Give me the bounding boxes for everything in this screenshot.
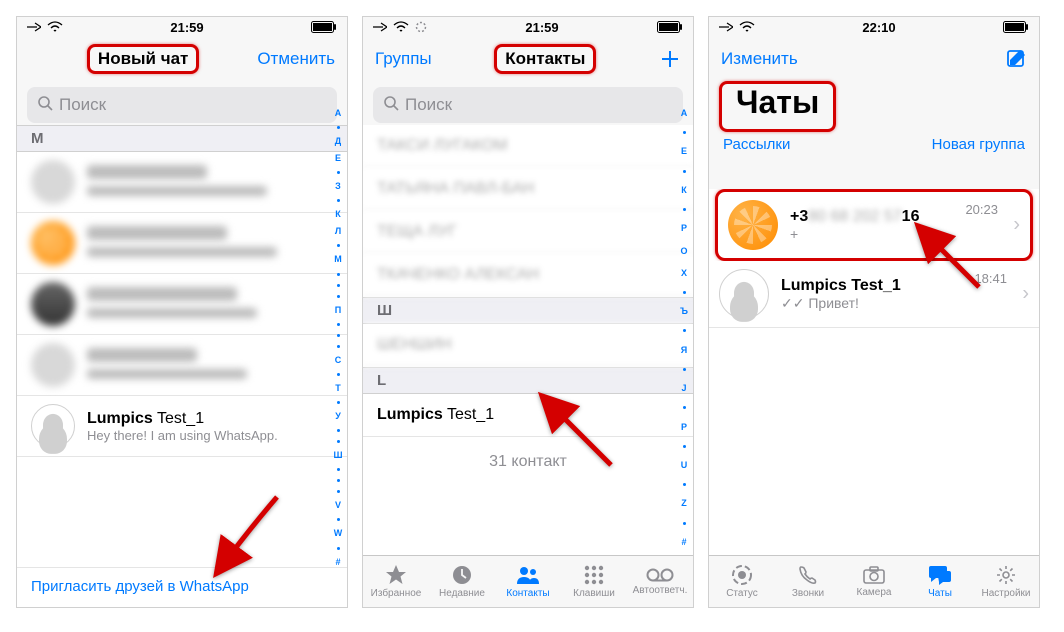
wifi-icon bbox=[47, 21, 63, 33]
section-header-sh: Ш bbox=[363, 297, 693, 324]
chat-item-phone[interactable]: +380 68 202 5716 + 20:23 › bbox=[715, 189, 1033, 261]
chevron-right-icon: › bbox=[1022, 283, 1029, 306]
status-bar: 21:59 bbox=[363, 17, 693, 37]
battery-icon bbox=[657, 21, 683, 33]
list-item[interactable] bbox=[17, 274, 347, 335]
compose-button[interactable] bbox=[1005, 48, 1027, 70]
chat-time: 20:23 bbox=[965, 202, 998, 217]
navbar: Новый чат Отменить bbox=[17, 37, 347, 81]
loading-icon bbox=[415, 21, 427, 33]
list-item[interactable]: ТАТЬЯНА ПАВЛ-БАН bbox=[363, 168, 693, 211]
list-item[interactable]: ТЕЩА ЛУГ bbox=[363, 211, 693, 254]
tab-bar: Избранное Недавние Контакты Клавиши Авто… bbox=[363, 555, 693, 607]
tab-camera[interactable]: Камера bbox=[841, 556, 907, 607]
tab-contacts[interactable]: Контакты bbox=[495, 556, 561, 607]
status-bar: 21:59 bbox=[17, 17, 347, 37]
search-icon bbox=[383, 95, 399, 116]
battery-icon bbox=[311, 21, 337, 33]
nav-title-new-chat: Новый чат bbox=[87, 44, 199, 74]
search-input[interactable]: Поиск bbox=[27, 87, 337, 123]
status-time: 21:59 bbox=[525, 20, 558, 35]
list-item[interactable]: ШЕНШИН bbox=[363, 324, 693, 367]
chats-large-title: Чаты bbox=[719, 81, 836, 132]
tab-chats[interactable]: Чаты bbox=[907, 556, 973, 607]
navbar: Группы Контакты bbox=[363, 37, 693, 81]
broadcasts-button[interactable]: Рассылки bbox=[723, 136, 790, 153]
nav-groups-button[interactable]: Группы bbox=[375, 49, 432, 69]
status-bar: 22:10 bbox=[709, 17, 1039, 37]
airplane-icon bbox=[373, 21, 387, 33]
avatar bbox=[719, 269, 769, 319]
tab-voicemail[interactable]: Автоответч. bbox=[627, 556, 693, 607]
search-input[interactable]: Поиск bbox=[373, 87, 683, 123]
invite-friends-button[interactable]: Пригласить друзей в WhatsApp bbox=[17, 567, 347, 607]
chat-item-lumpics[interactable]: Lumpics Test_1 ✓✓ Привет! 18:41 › bbox=[709, 261, 1039, 328]
contact-name-rest: Test_1 bbox=[153, 410, 204, 427]
tab-status[interactable]: Статус bbox=[709, 556, 775, 607]
contact-status: Hey there! I am using WhatsApp. bbox=[87, 428, 333, 443]
search-placeholder: Поиск bbox=[405, 95, 452, 115]
search-icon bbox=[37, 95, 53, 116]
contact-count: 31 контакт bbox=[363, 437, 693, 487]
status-time: 21:59 bbox=[170, 20, 203, 35]
nav-edit-button[interactable]: Изменить bbox=[721, 49, 798, 69]
tab-recents[interactable]: Недавние bbox=[429, 556, 495, 607]
chat-time: 18:41 bbox=[974, 271, 1007, 286]
airplane-icon bbox=[27, 21, 41, 33]
wifi-icon bbox=[739, 21, 755, 33]
phone-contacts: 21:59 Группы Контакты Поиск ТАКСИ ЛУГАКО… bbox=[362, 16, 694, 608]
list-item[interactable] bbox=[17, 152, 347, 213]
add-contact-button[interactable] bbox=[659, 48, 681, 70]
phone-chats: 22:10 Изменить Чаты Рассылки Новая групп… bbox=[708, 16, 1040, 608]
nav-cancel-button[interactable]: Отменить bbox=[257, 49, 335, 69]
contact-list[interactable]: М Lumpics Test_1 Hey there! I am using W… bbox=[17, 125, 347, 571]
avatar bbox=[728, 200, 778, 250]
tab-keypad[interactable]: Клавиши bbox=[561, 556, 627, 607]
tab-bar: Статус Звонки Камера Чаты Настройки bbox=[709, 555, 1039, 607]
list-item[interactable] bbox=[17, 213, 347, 274]
airplane-icon bbox=[719, 21, 733, 33]
search-placeholder: Поиск bbox=[59, 95, 106, 115]
contact-name-strong: Lumpics bbox=[87, 410, 153, 427]
navbar: Изменить bbox=[709, 37, 1039, 81]
section-header-m: М bbox=[17, 125, 347, 152]
section-header-l: L bbox=[363, 367, 693, 394]
status-time: 22:10 bbox=[862, 20, 895, 35]
list-item-lumpics[interactable]: Lumpics Test_1 bbox=[363, 394, 693, 437]
battery-icon bbox=[1003, 21, 1029, 33]
contact-list[interactable]: ТАКСИ ЛУГАКОМ ТАТЬЯНА ПАВЛ-БАН ТЕЩА ЛУГ … bbox=[363, 125, 693, 555]
chevron-right-icon: › bbox=[1013, 214, 1020, 237]
tab-favorites[interactable]: Избранное bbox=[363, 556, 429, 607]
list-item[interactable]: ТАКСИ ЛУГАКОМ bbox=[363, 125, 693, 168]
chat-last-message: ✓✓ Привет! bbox=[781, 295, 1029, 312]
nav-title-contacts: Контакты bbox=[494, 44, 596, 74]
index-strip[interactable]: АЕКРОХЪЯJPUZ# bbox=[677, 109, 691, 547]
subnav: Рассылки Новая группа bbox=[709, 132, 1039, 163]
wifi-icon bbox=[393, 21, 409, 33]
new-group-button[interactable]: Новая группа bbox=[932, 136, 1025, 153]
list-item[interactable] bbox=[17, 335, 347, 396]
phone-new-chat: 21:59 Новый чат Отменить Поиск М Lumpics… bbox=[16, 16, 348, 608]
avatar bbox=[31, 404, 75, 448]
tab-settings[interactable]: Настройки bbox=[973, 556, 1039, 607]
list-item-lumpics[interactable]: Lumpics Test_1 Hey there! I am using Wha… bbox=[17, 396, 347, 457]
list-item[interactable]: ТКАЧЕНКО АЛЕКСАН bbox=[363, 254, 693, 297]
chat-list[interactable]: +380 68 202 5716 + 20:23 › Lumpics Test_… bbox=[709, 189, 1039, 555]
index-strip[interactable]: АДЕЗКЛМПСТУШVW# bbox=[331, 109, 345, 567]
tab-calls[interactable]: Звонки bbox=[775, 556, 841, 607]
